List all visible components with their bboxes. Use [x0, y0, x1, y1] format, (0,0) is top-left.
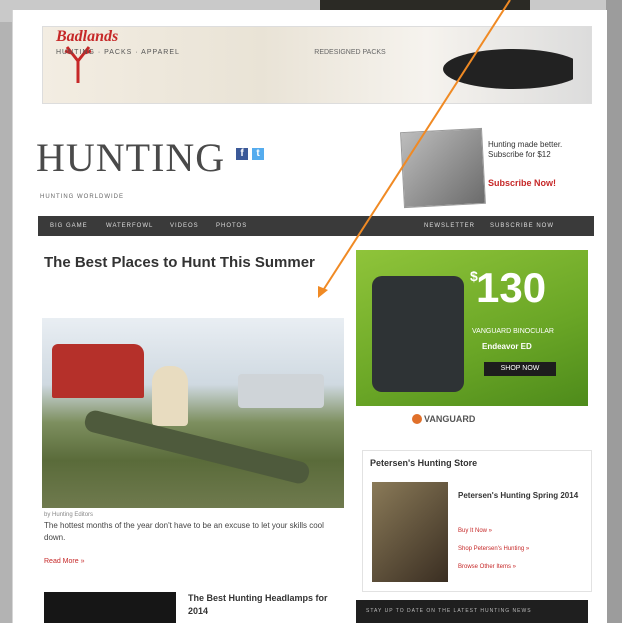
binocular-image: [372, 276, 464, 392]
related-article-title[interactable]: The Best Hunting Headlamps for 2014: [188, 592, 328, 618]
ad-product: Endeavor ED: [482, 342, 532, 351]
nav-item-big-game[interactable]: BIG GAME: [50, 216, 88, 236]
store-link-buy[interactable]: Buy It Now »: [458, 528, 492, 534]
bottom-ad-text: STAY UP TO DATE ON THE LATEST HUNTING NE…: [366, 608, 532, 614]
site-logo[interactable]: HUNTING: [36, 134, 225, 181]
article-excerpt: The hottest months of the year don't hav…: [44, 521, 324, 542]
vanguard-logo-icon: [412, 414, 422, 424]
backpack-image: [443, 49, 573, 89]
boat-image: [238, 374, 324, 408]
twitter-icon[interactable]: t: [252, 148, 264, 160]
nav-item-newsletter[interactable]: NEWSLETTER: [424, 216, 475, 236]
store-title: Petersen's Hunting Store: [370, 458, 478, 468]
article-byline: by Hunting Editors: [44, 512, 94, 518]
article-hero-image[interactable]: [42, 318, 344, 508]
store-product-name[interactable]: Petersen's Hunting Spring 2014: [458, 490, 588, 502]
store-link-browse[interactable]: Browse Other Items »: [458, 564, 516, 570]
ad-shop-button[interactable]: SHOP NOW: [484, 362, 556, 376]
alligator-image: [82, 408, 312, 486]
nav-item-videos[interactable]: VIDEOS: [170, 216, 199, 236]
top-banner-ad[interactable]: [42, 26, 592, 104]
subscribe-link[interactable]: Subscribe Now!: [488, 178, 556, 188]
nav-item-waterfowl[interactable]: WATERFOWL: [106, 216, 153, 236]
read-more-link[interactable]: Read More »: [44, 558, 84, 565]
nav-item-subscribe[interactable]: SUBSCRIBE NOW: [490, 216, 554, 236]
article-headline[interactable]: The Best Places to Hunt This Summer: [44, 252, 334, 273]
magazine-cover-thumb[interactable]: [400, 127, 486, 209]
banner-promo: REDESIGNED PACKS: [314, 49, 386, 56]
ad-price: 130: [476, 264, 547, 311]
related-thumbnail[interactable]: [44, 592, 176, 623]
store-link-shop[interactable]: Shop Petersen's Hunting »: [458, 546, 529, 552]
sponsor-name[interactable]: VANGUARD: [424, 414, 475, 424]
background-right: [606, 0, 622, 623]
banner-brand: Badlands: [56, 28, 119, 45]
store-magazine-cover[interactable]: [372, 482, 448, 582]
banner-brand-sub: HUNTING · PACKS · APPAREL: [56, 49, 180, 56]
person-image: [152, 366, 188, 426]
facebook-icon[interactable]: f: [236, 148, 248, 160]
nav-item-photos[interactable]: PHOTOS: [216, 216, 247, 236]
binocular-ad[interactable]: $ 130 VANGUARD BINOCULAR Endeavor ED SHO…: [356, 250, 588, 406]
ad-caption: VANGUARD BINOCULAR: [472, 328, 554, 335]
subscribe-text: Hunting made better. Subscribe for $12: [488, 140, 563, 159]
truck-image: [52, 344, 144, 398]
site-tagline: HUNTING WORLDWIDE: [40, 194, 124, 200]
